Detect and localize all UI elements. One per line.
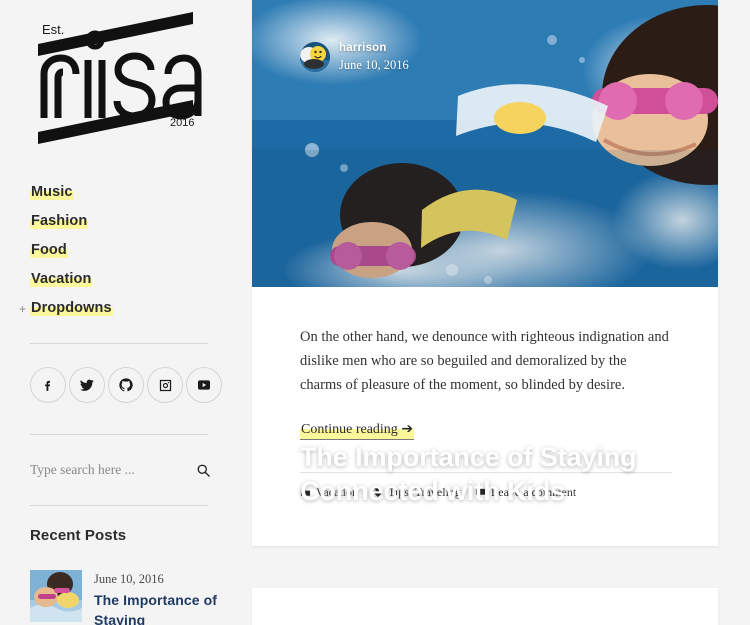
recent-post-title[interactable]: The Importance of Staying Connected: [94, 590, 220, 625]
post-author-box: harrison June 10, 2016: [300, 42, 409, 72]
main-content: harrison June 10, 2016 The Importance of…: [252, 0, 718, 546]
author-meta: harrison June 10, 2016: [339, 42, 409, 72]
twitter-icon: [79, 377, 95, 393]
nav-item-food[interactable]: Food: [0, 236, 240, 265]
nav-item-music[interactable]: Music: [0, 178, 240, 207]
nav-item-dropdowns[interactable]: + Dropdowns: [0, 294, 240, 323]
youtube-icon: [196, 377, 212, 393]
recent-posts-title: Recent Posts: [30, 527, 127, 544]
next-post-card: [252, 588, 718, 625]
logo-est-text: Est.: [42, 22, 64, 37]
primary-nav: Music Fashion Food Vacation + Dropdowns: [0, 178, 240, 323]
sidebar-divider-bottom: [30, 505, 208, 506]
social-link-youtube[interactable]: [186, 367, 222, 403]
logo-year-text: 2016: [170, 117, 194, 129]
search-form: [30, 455, 211, 485]
social-link-github[interactable]: [108, 367, 144, 403]
sidebar-divider-middle: [30, 434, 208, 435]
nav-link-label[interactable]: Fashion: [30, 213, 89, 230]
post-body: On the other hand, we denounce with righ…: [252, 287, 718, 440]
post-date: June 10, 2016: [339, 57, 409, 72]
search-input[interactable]: [30, 462, 196, 478]
continue-reading-label: Continue reading: [301, 422, 398, 437]
facebook-icon: [41, 378, 55, 392]
nav-item-fashion[interactable]: Fashion: [0, 207, 240, 236]
post-card: harrison June 10, 2016 The Importance of…: [252, 0, 718, 546]
post-excerpt: On the other hand, we denounce with righ…: [300, 329, 669, 393]
sidebar: Est. 2016 Music Fashion Food Vacation + …: [0, 0, 240, 625]
nav-link-label[interactable]: Food: [30, 242, 68, 259]
nav-link-label[interactable]: Music: [30, 184, 74, 201]
plus-icon[interactable]: +: [19, 303, 26, 315]
continue-reading-link[interactable]: Continue reading ➔: [300, 421, 415, 440]
social-link-facebook[interactable]: [30, 367, 66, 403]
recent-post-thumbnail[interactable]: [30, 570, 82, 622]
nav-item-vacation[interactable]: Vacation: [0, 265, 240, 294]
instagram-icon: [158, 378, 173, 393]
post-author-name[interactable]: harrison: [339, 42, 409, 55]
recent-post-date: June 10, 2016: [94, 572, 164, 586]
site-logo[interactable]: Est. 2016: [18, 8, 208, 148]
social-link-twitter[interactable]: [69, 367, 105, 403]
social-links: [30, 367, 222, 403]
social-link-instagram[interactable]: [147, 367, 183, 403]
recent-post-meta: June 10, 2016 The Importance of Staying …: [94, 570, 220, 625]
nav-link-label[interactable]: Dropdowns: [30, 300, 113, 317]
avatar[interactable]: [300, 42, 330, 72]
page-title[interactable]: The Importance of Staying Connected with…: [300, 440, 640, 508]
page-root: Est. 2016 Music Fashion Food Vacation + …: [0, 0, 750, 625]
arrow-right-icon: ➔: [401, 421, 414, 437]
list-item[interactable]: June 10, 2016 The Importance of Staying …: [30, 570, 220, 625]
nav-link-label[interactable]: Vacation: [30, 271, 93, 288]
sidebar-divider-top: [30, 343, 208, 344]
github-icon: [118, 377, 134, 393]
search-icon[interactable]: [196, 460, 211, 480]
